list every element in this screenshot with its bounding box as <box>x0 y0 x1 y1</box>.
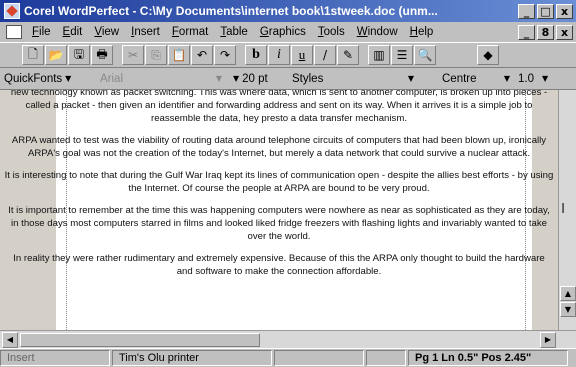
document-text[interactable]: new technology known as packet switching… <box>0 90 558 287</box>
menu-help[interactable]: Help <box>404 26 440 38</box>
scroll-right-icon[interactable]: ▶ <box>540 332 556 348</box>
menu-bar: File Edit View Insert Format Table Graph… <box>0 22 576 42</box>
doc-close-button[interactable]: x <box>556 24 573 40</box>
menu-format[interactable]: Format <box>166 26 214 38</box>
justification-value: Centre <box>442 72 477 85</box>
doc-restore-button[interactable]: 8 <box>537 24 554 40</box>
bold-button[interactable]: b <box>245 45 267 65</box>
chevron-down-icon: ▼ <box>503 74 510 83</box>
quickfonts-label: QuickFonts <box>4 72 63 85</box>
menu-table[interactable]: Table <box>214 26 254 38</box>
underline-button[interactable]: u <box>291 45 313 65</box>
vertical-scrollbar[interactable]: Ⅰ ▲ ▼ <box>558 90 576 330</box>
cut-icon[interactable]: ✂ <box>122 45 144 65</box>
font-value: Arial <box>100 72 124 85</box>
status-bar: Insert Tim's Olu printer Pg 1 Ln 0.5" Po… <box>0 348 576 367</box>
new-document-icon[interactable]: 🗋 <box>22 45 44 65</box>
columns-icon[interactable]: ▥ <box>368 45 390 65</box>
redo-icon[interactable]: ↷ <box>214 45 236 65</box>
property-bar: QuickFonts ▼ Arial ▼ ▼ 20 pt Styles ▼ Ce… <box>0 68 576 90</box>
font-size-select[interactable]: ▼ 20 pt <box>226 70 288 88</box>
paragraph[interactable]: In reality they were rather rudimentary … <box>4 252 554 278</box>
print-icon[interactable]: 🖶 <box>91 45 113 65</box>
wordperfect-app-icon[interactable] <box>4 3 20 19</box>
justification-select[interactable]: Centre ▼ <box>418 70 514 88</box>
ibeam-cursor-icon: Ⅰ <box>561 200 566 216</box>
copy-icon[interactable]: ⎘ <box>145 45 167 65</box>
document-icon[interactable] <box>6 25 22 39</box>
toolbar: 🗋 📂 🖫 🖶 ✂ ⎘ 📋 ↶ ↷ b i u / ✎ ▥ ☰ 🔍 ◆ <box>0 42 576 68</box>
draw-object-icon[interactable]: ✎ <box>337 45 359 65</box>
menu-edit[interactable]: Edit <box>57 26 89 38</box>
cursor-position: Pg 1 Ln 0.5" Pos 2.45" <box>408 350 568 366</box>
line-spacing-select[interactable]: 1.0 ▼ <box>514 70 564 88</box>
chevron-down-icon: ▼ <box>407 74 414 83</box>
paragraph[interactable]: new technology known as packet switching… <box>4 90 554 125</box>
menu-tools[interactable]: Tools <box>312 26 351 38</box>
maximize-button[interactable]: □ <box>537 3 554 19</box>
document-area[interactable]: new technology known as packet switching… <box>0 90 558 330</box>
chevron-down-icon: ▼ <box>65 74 72 83</box>
paste-icon[interactable]: 📋 <box>168 45 190 65</box>
scroll-left-icon[interactable]: ◀ <box>2 332 18 348</box>
styles-label: Styles <box>292 72 324 85</box>
status-blank-2 <box>366 350 406 366</box>
line-spacing-value: 1.0 <box>518 72 534 85</box>
bullets-icon[interactable]: ☰ <box>391 45 413 65</box>
horizontal-scroll-thumb[interactable] <box>20 333 260 347</box>
insert-mode-indicator[interactable]: Insert <box>0 350 110 366</box>
menu-insert[interactable]: Insert <box>125 26 166 38</box>
menu-graphics[interactable]: Graphics <box>254 26 312 38</box>
paragraph[interactable]: It is interesting to note that during th… <box>4 169 554 195</box>
doc-minimize-button[interactable]: _ <box>518 24 535 40</box>
save-icon[interactable]: 🖫 <box>68 45 90 65</box>
quickfonts-button[interactable]: QuickFonts ▼ <box>0 70 96 88</box>
printer-indicator[interactable]: Tim's Olu printer <box>112 350 272 366</box>
chevron-down-icon: ▼ <box>215 74 222 83</box>
chevron-down-icon: ▼ <box>233 74 240 83</box>
zoom-icon[interactable]: 🔍 <box>414 45 436 65</box>
title-bar[interactable]: Corel WordPerfect - C:\My Documents\inte… <box>0 0 576 22</box>
status-blank-1 <box>274 350 364 366</box>
menu-file[interactable]: File <box>26 26 57 38</box>
italic-button[interactable]: i <box>268 45 290 65</box>
menu-view[interactable]: View <box>88 26 125 38</box>
menu-window[interactable]: Window <box>351 26 404 38</box>
next-page-icon[interactable]: ▼ <box>560 302 576 317</box>
chevron-down-icon: ▼ <box>542 74 549 83</box>
font-select[interactable]: Arial ▼ <box>96 70 226 88</box>
show-symbols-icon[interactable]: ◆ <box>477 45 499 65</box>
horizontal-scrollbar[interactable]: ◀ ▶ <box>0 330 576 348</box>
undo-icon[interactable]: ↶ <box>191 45 213 65</box>
line-draw-icon[interactable]: / <box>314 45 336 65</box>
open-folder-icon[interactable]: 📂 <box>45 45 67 65</box>
styles-select[interactable]: Styles ▼ <box>288 70 418 88</box>
paragraph[interactable]: It is important to remember at the time … <box>4 204 554 243</box>
minimize-button[interactable]: _ <box>518 3 535 19</box>
paragraph[interactable]: ARPA wanted to test was the viability of… <box>4 134 554 160</box>
font-size-value: 20 pt <box>242 72 268 85</box>
window-title: Corel WordPerfect - C:\My Documents\inte… <box>24 4 438 18</box>
close-button[interactable]: x <box>556 3 573 19</box>
previous-page-icon[interactable]: ▲ <box>560 286 576 301</box>
